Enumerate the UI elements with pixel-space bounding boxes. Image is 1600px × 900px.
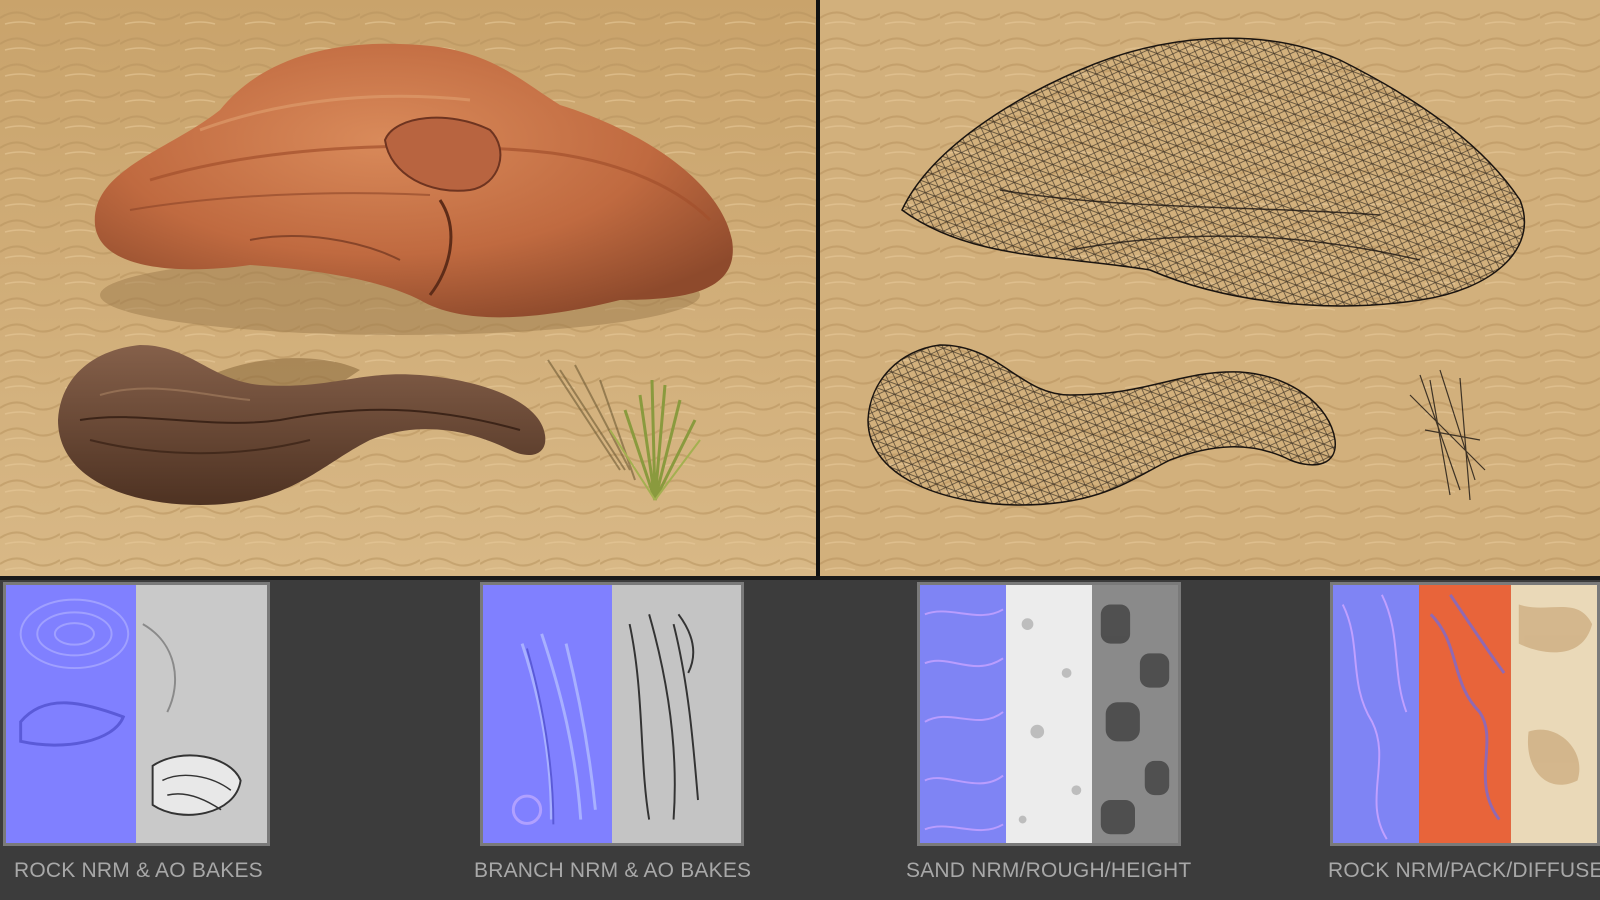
wireframe-viewport[interactable]	[820, 0, 1600, 576]
rock-texture-maps	[1333, 585, 1597, 843]
sand-maps	[920, 585, 1178, 843]
sand-maps-thumbnail[interactable]	[917, 582, 1181, 846]
panel-separator	[0, 576, 1600, 580]
branch-bakes-thumbnail[interactable]	[480, 582, 744, 846]
caption-sand-maps: SAND NRM/ROUGH/HEIGHT	[906, 859, 1192, 882]
branch-bakes-maps	[483, 585, 741, 843]
wireframe-scene	[820, 0, 1600, 576]
rock-bakes-maps	[6, 585, 267, 843]
normal-map-swatch	[483, 585, 612, 843]
caption-rock-bakes: ROCK NRM & AO BAKES	[14, 859, 263, 882]
render-viewport[interactable]	[0, 0, 816, 576]
packed-map-swatch	[1419, 585, 1511, 843]
roughness-map-swatch	[1006, 585, 1092, 843]
rock-textures-thumbnail[interactable]	[1330, 582, 1600, 846]
render-scene	[0, 0, 816, 576]
normal-map-swatch	[920, 585, 1006, 843]
caption-branch-bakes: BRANCH NRM & AO BAKES	[474, 859, 752, 882]
caption-rock-textures: ROCK NRM/PACK/DIFFUSE	[1328, 859, 1600, 882]
rock-bakes-thumbnail[interactable]	[3, 582, 270, 846]
ao-map-swatch	[612, 585, 741, 843]
